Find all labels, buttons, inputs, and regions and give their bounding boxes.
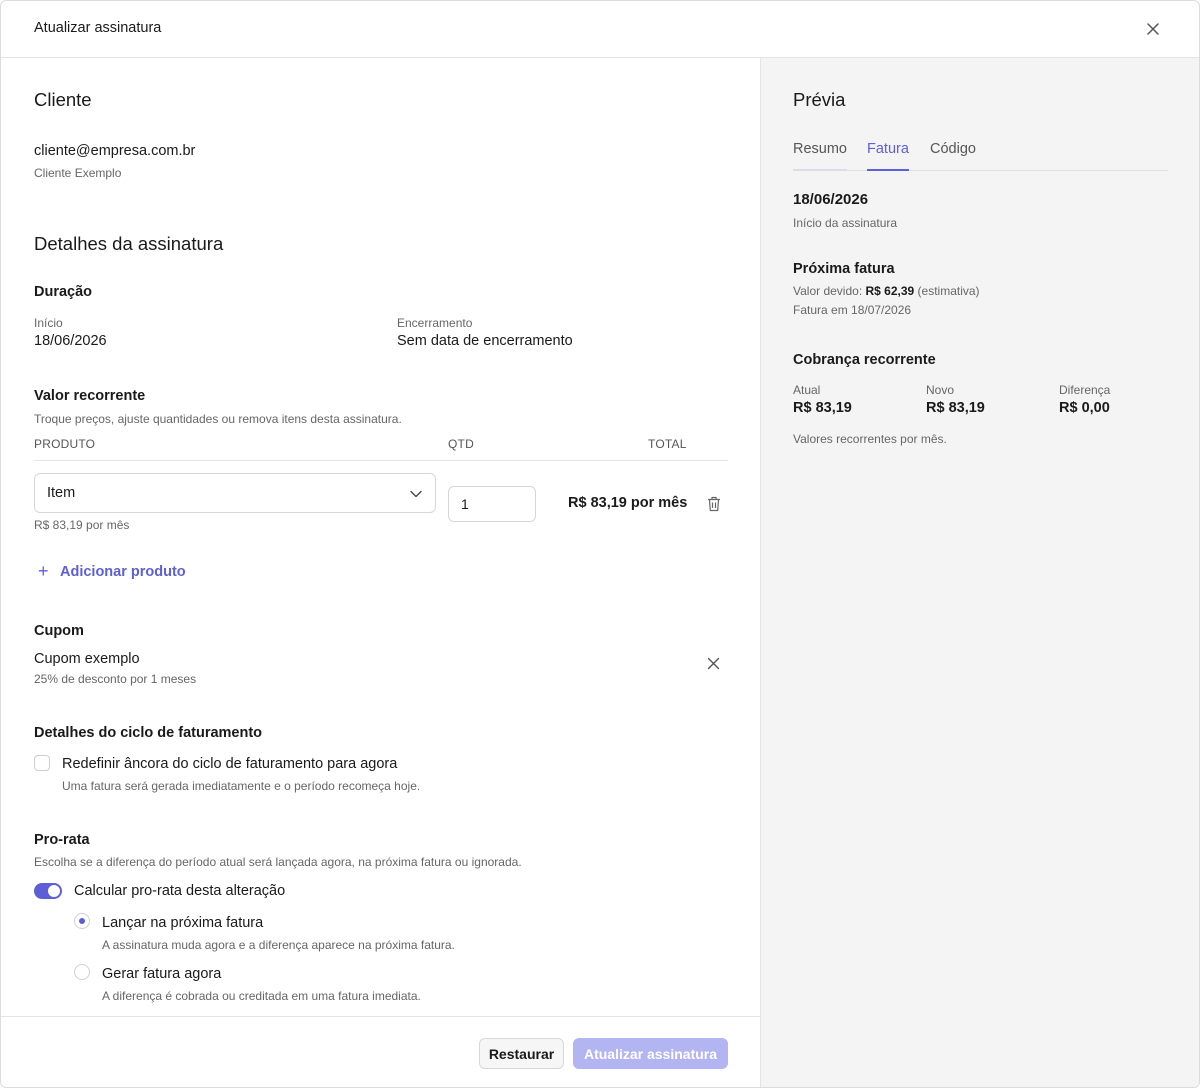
add-product-label: Adicionar produto [60,564,186,580]
proration-toggle[interactable] [34,883,62,899]
add-product-button[interactable]: + Adicionar produto [38,561,186,582]
coupon-description: 25% de desconto por 1 meses [34,672,197,686]
table-divider [34,460,728,461]
new-label: Novo [926,383,955,397]
end-label: Encerramento [397,316,473,330]
update-subscription-modal: Atualizar assinatura Cliente cliente@emp… [0,0,1200,1088]
radio-invoice-now-label: Gerar fatura agora [102,966,222,982]
start-value: 18/06/2026 [34,333,107,349]
recurring-note: Valores recorrentes por mês. [793,432,947,446]
proration-description: Escolha se a diferença do período atual … [34,855,522,869]
remove-coupon-icon[interactable] [707,657,720,670]
next-invoice-amount-line: Valor devido: R$ 62,39 (estimativa) [793,284,980,298]
recurring-description: Troque preços, ajuste quantidades ou rem… [34,412,402,426]
row-total: R$ 83,19 por mês [568,495,688,511]
preview-start-date: 18/06/2026 [793,191,869,208]
preview-start-caption: Início da assinatura [793,216,898,230]
column-header-total: TOTAL [648,437,687,451]
diff-value: R$ 0,00 [1059,400,1110,416]
customer-email: cliente@empresa.com.br [34,143,196,159]
diff-label: Diferença [1059,383,1111,397]
product-select-value: Item [47,485,76,501]
toggle-knob [48,885,60,897]
column-header-qty: QTD [448,437,474,451]
restore-button[interactable]: Restaurar [479,1038,564,1069]
new-value: R$ 83,19 [926,400,985,416]
reset-anchor-checkbox[interactable] [34,755,50,771]
plus-icon: + [38,561,49,581]
tab-resumo[interactable]: Resumo [793,141,847,171]
radio-invoice-now[interactable] [74,964,90,980]
customer-heading: Cliente [34,89,92,110]
proration-heading: Pro-rata [34,832,90,848]
radio-next-invoice-help: A assinatura muda agora e a diferença ap… [102,938,455,952]
preview-panel: Prévia Resumo Fatura Código 18/06/2026 I… [760,58,1199,1087]
customer-name: Cliente Exemplo [34,166,122,180]
preview-heading: Prévia [793,89,846,110]
column-header-product: PRODUTO [34,437,96,451]
tab-codigo[interactable]: Código [930,141,976,169]
coupon-heading: Cupom [34,623,84,639]
radio-next-invoice[interactable] [74,913,90,929]
reset-anchor-label: Redefinir âncora do ciclo de faturamento… [62,756,398,772]
subscription-form: Cliente cliente@empresa.com.br Cliente E… [1,58,760,1016]
billing-cycle-heading: Detalhes do ciclo de faturamento [34,725,263,741]
product-select[interactable]: Item [34,473,436,513]
amount-value: R$ 62,39 [865,284,915,298]
radio-next-invoice-label: Lançar na próxima fatura [102,915,264,931]
subscription-heading: Detalhes da assinatura [34,233,224,254]
tab-fatura[interactable]: Fatura [867,141,909,171]
trash-icon[interactable] [707,496,721,512]
modal-footer: Restaurar Atualizar assinatura [1,1016,760,1087]
start-label: Início [34,316,63,330]
update-subscription-button[interactable]: Atualizar assinatura [573,1038,728,1069]
recurring-heading: Valor recorrente [34,388,146,404]
reset-anchor-help: Uma fatura será gerada imediatamente e o… [62,779,421,793]
product-price-note: R$ 83,19 por mês [34,518,130,532]
duration-heading: Duração [34,284,93,300]
current-value: R$ 83,19 [793,400,852,416]
chevron-down-icon [410,490,422,498]
next-invoice-heading: Próxima fatura [793,261,895,277]
amount-suffix: (estimativa) [917,284,980,298]
proration-toggle-label: Calcular pro-rata desta alteração [74,883,286,899]
next-invoice-date: Fatura em 18/07/2026 [793,303,912,317]
current-label: Atual [793,383,821,397]
close-icon[interactable] [1146,22,1160,36]
recurring-charge-heading: Cobrança recorrente [793,352,936,368]
end-value: Sem data de encerramento [397,333,573,349]
modal-header: Atualizar assinatura [1,1,1199,58]
radio-invoice-now-help: A diferença é cobrada ou creditada em um… [102,989,421,1003]
amount-prefix: Valor devido: [793,284,863,298]
tabs-divider [793,170,1168,171]
coupon-name: Cupom exemplo [34,651,140,667]
modal-title: Atualizar assinatura [34,20,162,36]
quantity-input[interactable] [448,486,536,522]
